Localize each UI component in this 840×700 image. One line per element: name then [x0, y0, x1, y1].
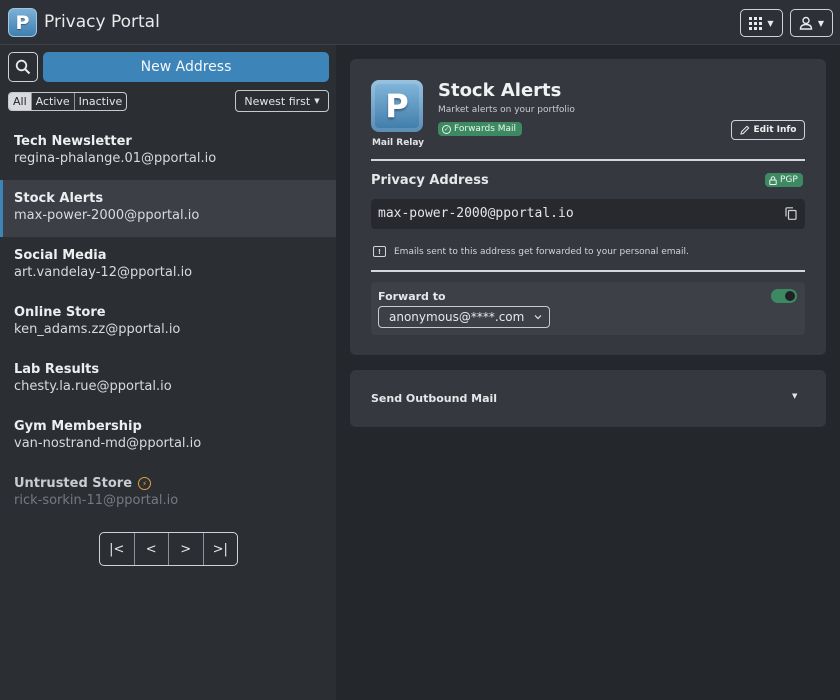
privacy-address-field[interactable]: max-power-2000@pportal.io — [371, 199, 805, 229]
check-circle-icon: ✓ — [442, 125, 451, 134]
info-icon: ! — [373, 246, 386, 257]
address-name-row: Untrusted Store ⚡ — [14, 476, 336, 491]
mail-relay-logo-letter: P — [385, 87, 408, 125]
address-name: Lab Results — [14, 362, 336, 377]
pagination: |< < > >| — [99, 532, 238, 566]
first-page-button[interactable]: |< — [100, 533, 135, 565]
filter-group: All Active Inactive — [8, 92, 127, 111]
address-email: chesty.la.rue@pportal.io — [14, 379, 336, 394]
chevron-down-icon: ▼ — [767, 19, 773, 28]
pgp-label: PGP — [780, 175, 798, 185]
address-email: regina-phalange.01@pportal.io — [14, 151, 336, 166]
forward-toggle[interactable] — [771, 289, 797, 303]
address-email: ken_adams.zz@pportal.io — [14, 322, 336, 337]
address-name: Social Media — [14, 248, 336, 263]
forward-select-value: anonymous@****.com — [389, 310, 524, 324]
user-menu-button[interactable]: ▼ — [790, 9, 833, 37]
chevron-down-icon: ▼ — [792, 392, 797, 400]
info-note: ! Emails sent to this address get forwar… — [373, 246, 689, 257]
divider — [371, 270, 805, 272]
status-badge-label: Forwards Mail — [454, 124, 516, 134]
prev-page-button[interactable]: < — [135, 533, 170, 565]
filter-inactive[interactable]: Inactive — [75, 93, 127, 110]
app-logo-letter: P — [16, 12, 30, 34]
chevron-down-icon — [533, 312, 543, 322]
filter-all[interactable]: All — [9, 93, 32, 110]
address-email: rick-sorkin-11@pportal.io — [14, 493, 336, 508]
list-item[interactable]: Untrusted Store ⚡ rick-sorkin-11@pportal… — [0, 465, 336, 522]
address-name: Tech Newsletter — [14, 134, 336, 149]
forward-label: Forward to — [378, 290, 446, 303]
copy-icon[interactable] — [785, 207, 797, 220]
sort-label: Newest first — [244, 95, 310, 108]
chevron-down-icon: ▼ — [314, 97, 319, 105]
divider — [371, 159, 805, 161]
list-item[interactable]: Tech Newsletter regina-phalange.01@pport… — [0, 123, 336, 180]
address-email: art.vandelay-12@pportal.io — [14, 265, 336, 280]
send-outbound-accordion[interactable]: Send Outbound Mail ▼ — [350, 370, 826, 427]
sort-dropdown[interactable]: Newest first ▼ — [235, 90, 329, 112]
user-icon — [799, 16, 813, 30]
new-address-button[interactable]: New Address — [43, 52, 329, 82]
address-name: Online Store — [14, 305, 336, 320]
filter-active[interactable]: Active — [32, 93, 75, 110]
next-page-button[interactable]: > — [169, 533, 204, 565]
privacy-address-value: max-power-2000@pportal.io — [378, 206, 574, 221]
sidebar: New Address All Active Inactive Newest f… — [0, 45, 336, 700]
list-item[interactable]: Online Store ken_adams.zz@pportal.io — [0, 294, 336, 351]
address-name: Untrusted Store — [14, 476, 132, 491]
list-item[interactable]: Social Media art.vandelay-12@pportal.io — [0, 237, 336, 294]
pgp-badge: PGP — [765, 173, 803, 187]
detail-subtitle: Market alerts on your portfolio — [438, 105, 575, 115]
address-email: max-power-2000@pportal.io — [14, 208, 336, 223]
status-badge: ✓ Forwards Mail — [438, 122, 522, 136]
address-list: Tech Newsletter regina-phalange.01@pport… — [0, 123, 336, 522]
app-title: Privacy Portal — [44, 12, 160, 32]
mail-relay-label: Mail Relay — [371, 138, 425, 148]
address-name: Stock Alerts — [14, 191, 336, 206]
apps-menu-button[interactable]: ▼ — [740, 9, 783, 37]
warning-icon: ⚡ — [138, 477, 151, 490]
last-page-button[interactable]: >| — [204, 533, 238, 565]
chevron-down-icon: ▼ — [818, 19, 824, 28]
pencil-icon — [740, 125, 750, 135]
list-item[interactable]: Stock Alerts max-power-2000@pportal.io — [0, 180, 336, 237]
search-icon — [15, 59, 31, 75]
app-logo[interactable]: P — [8, 8, 37, 37]
edit-info-button[interactable]: Edit Info — [731, 120, 805, 140]
list-item[interactable]: Lab Results chesty.la.rue@pportal.io — [0, 351, 336, 408]
forward-select[interactable]: anonymous@****.com — [378, 306, 550, 328]
address-email: van-nostrand-md@pportal.io — [14, 436, 336, 451]
mail-relay-logo: P — [371, 80, 423, 132]
send-outbound-label: Send Outbound Mail — [371, 392, 497, 405]
top-bar: P Privacy Portal ▼ ▼ — [0, 0, 840, 45]
grid-icon — [749, 17, 762, 30]
address-name: Gym Membership — [14, 419, 336, 434]
lock-icon — [769, 176, 777, 185]
address-detail-card: P Mail Relay Stock Alerts Market alerts … — [350, 59, 826, 355]
section-title: Privacy Address — [371, 173, 489, 188]
forward-panel: Forward to anonymous@****.com — [371, 282, 805, 335]
edit-info-label: Edit Info — [754, 125, 797, 135]
detail-title: Stock Alerts — [438, 80, 561, 101]
list-item[interactable]: Gym Membership van-nostrand-md@pportal.i… — [0, 408, 336, 465]
search-button[interactable] — [8, 52, 38, 82]
info-text: Emails sent to this address get forwarde… — [394, 247, 689, 257]
